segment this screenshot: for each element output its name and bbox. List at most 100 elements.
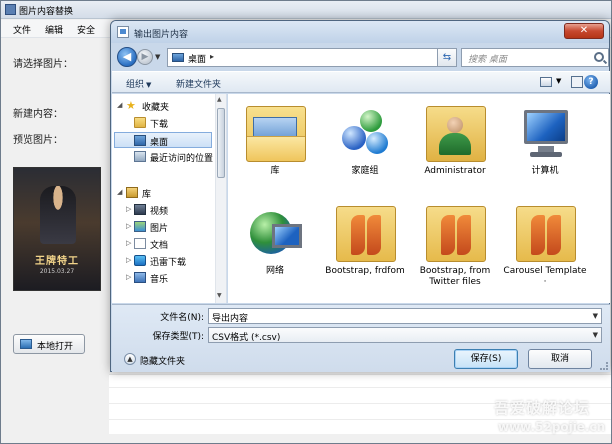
breadcrumb-arrow-icon[interactable]: ▸ [210,52,214,61]
menu-security[interactable]: 安全 [77,23,95,36]
change-view-button[interactable]: ▼ [538,75,568,90]
document-icon [134,238,146,249]
help-icon[interactable]: ? [584,75,598,89]
expand-icon[interactable]: ▷ [126,273,131,281]
recent-places-icon [134,151,146,162]
back-arrow-icon: ◀ [122,50,132,63]
new-folder-button[interactable]: 新建文件夹 [176,77,221,90]
library-icon [126,187,138,198]
vs-folder-icon [336,206,396,262]
view-icon [540,77,552,87]
search-placeholder: 搜索 桌面 [468,55,507,65]
music-icon [134,272,146,283]
filetype-select[interactable]: CSV格式 (*.csv) ▼ [208,327,602,343]
nav-libraries[interactable]: ◢ 库 [114,185,214,201]
refresh-icon: ⇆ [442,52,452,63]
file-item-label: Carousel Template · [503,266,587,287]
resize-grip[interactable] [600,362,608,370]
new-content-label: 新建内容： [13,109,63,120]
homegroup-icon [336,106,396,162]
cancel-button[interactable]: 取消 [528,349,592,369]
close-button[interactable]: ✕ [564,23,604,39]
nav-label: 最近访问的位置 [150,154,214,164]
expand-icon[interactable]: ▷ [126,222,131,230]
nav-label: 库 [142,190,152,200]
navigation-pane: ◢ ★ 收藏夹 下载 桌面 最近访问的位置 ◢ 库 ▷ 视频 ▷ 图片 ▷ 文档… [112,94,227,303]
scroll-thumb[interactable] [217,108,225,178]
preview-label: 预览图片： [13,135,63,146]
nav-pane-scrollbar[interactable]: ▲ ▼ [215,94,226,303]
file-item-bootstrap-twitter[interactable]: Bootstrap, from Twitter files [412,198,498,296]
save-button[interactable]: 保存(S) [454,349,518,369]
file-item-computer[interactable]: 计算机 [502,98,588,196]
view-dropdown-icon: ▼ [556,77,562,85]
nav-favorites[interactable]: ◢ ★ 收藏夹 [114,98,214,114]
expand-icon[interactable]: ▷ [126,256,131,264]
address-location[interactable]: 桌面 [188,52,206,65]
filename-dropdown-icon[interactable]: ▼ [593,312,598,320]
command-bar: 组织 ▼ 新建文件夹 ▼ ? [112,71,610,93]
nav-documents[interactable]: ▷ 文档 [114,236,214,252]
watermark-url: www.52pojie.cn [498,420,606,434]
nav-recent-places[interactable]: 最近访问的位置 [114,149,214,165]
close-icon: ✕ [579,25,589,36]
collapse-icon[interactable]: ◢ [117,101,122,109]
filetype-value: CSV格式 (*.csv) [212,333,281,343]
back-button[interactable]: ◀ [117,47,137,67]
network-icon [246,206,306,262]
library-folder-icon [246,106,306,162]
user-folder-icon [426,106,486,162]
preview-image: 王牌特工 2015.03.27 [13,167,101,291]
nav-desktop[interactable]: 桌面 [114,132,212,148]
filename-label: 文件名(N): [160,313,204,323]
nav-label: 文档 [150,241,169,251]
expand-icon[interactable]: ▷ [126,239,131,247]
file-item-bootstrap-frdfom[interactable]: Bootstrap, frdfom [322,198,408,296]
hide-folders-label: 隐藏文件夹 [140,357,186,367]
filename-input[interactable]: 导出内容 ▼ [208,308,602,324]
file-item-carousel-template[interactable]: Carousel Template · [502,198,588,296]
nav-pictures[interactable]: ▷ 图片 [114,219,214,235]
preview-pane-button[interactable] [571,76,583,88]
file-item-network[interactable]: 网络 [232,198,318,296]
organize-button[interactable]: 组织 ▼ [126,77,151,90]
nav-music[interactable]: ▷ 音乐 [114,270,214,286]
address-bar[interactable]: 桌面 ▸ [167,48,449,67]
vs-folder-icon [516,206,576,262]
nav-label: 视频 [150,207,169,217]
video-icon [134,204,146,215]
local-open-label: 本地打开 [37,342,74,352]
nav-downloads[interactable]: 下载 [114,115,214,131]
history-dropdown-icon[interactable]: ▼ [155,53,160,61]
collapse-arrow-icon: ▲ [124,353,136,365]
menu-file[interactable]: 文件 [13,23,31,36]
filename-value[interactable]: 导出内容 [212,311,248,324]
forward-button[interactable]: ▶ [137,49,153,65]
nav-label: 下载 [150,120,169,130]
save-dialog: 输出图片内容 ✕ ◀ ▶ ▼ 桌面 ▸ ▼ ⇆ 搜索 桌面 组织▼ 新建文件夹 … [110,20,610,372]
nav-thunder-downloads[interactable]: ▷ 迅雷下载 [114,253,214,269]
file-item-administrator[interactable]: Administrator [412,98,498,196]
download-icon [134,255,146,266]
star-icon: ★ [126,99,136,112]
file-item-label: Administrator [424,166,486,176]
nav-videos[interactable]: ▷ 视频 [114,202,214,218]
nav-label: 收藏夹 [142,103,170,113]
file-item-libraries[interactable]: 库 [232,98,318,196]
scroll-up-icon[interactable]: ▲ [217,96,222,103]
search-box[interactable]: 搜索 桌面 [461,48,609,67]
file-item-label: 家庭组 [351,166,379,176]
picture-icon [134,221,146,232]
dialog-icon [117,26,129,38]
watermark-title: 吾爱破解论坛 [494,399,591,417]
scroll-down-icon[interactable]: ▼ [217,292,222,299]
file-item-homegroup[interactable]: 家庭组 [322,98,408,196]
refresh-button[interactable]: ⇆ [437,48,457,67]
collapse-icon[interactable]: ◢ [117,188,122,196]
filetype-dropdown-icon[interactable]: ▼ [593,331,598,339]
expand-icon[interactable]: ▷ [126,205,131,213]
local-open-button[interactable]: 本地打开 [13,334,85,354]
nav-label: 图片 [150,224,169,234]
image-icon [20,339,32,349]
menu-edit[interactable]: 编辑 [45,23,63,36]
